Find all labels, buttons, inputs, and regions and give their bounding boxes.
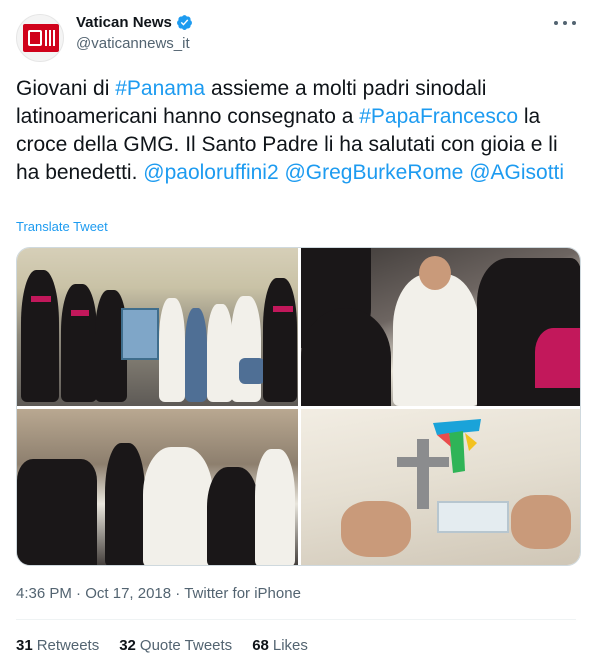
vatican-news-logo-icon [23,24,59,52]
tweet-text: Giovani di #Panama assieme a molti padri… [16,75,576,187]
quote-label: Quote Tweets [139,637,233,654]
media-grid [16,247,581,566]
user-info: Vatican News @vaticannews_it [76,14,193,52]
gmg-logo-icon [433,419,481,473]
hashtag-link[interactable]: #PapaFrancesco [359,105,518,128]
mention-link[interactable]: @GregBurkeRome [284,161,463,184]
likes-label: Likes [272,637,308,654]
retweets-count: 31 [16,637,33,654]
divider [16,619,576,620]
photo-3[interactable] [17,409,298,565]
tweet-time[interactable]: 4:36 PM [16,585,72,602]
verified-badge-icon [176,15,192,30]
hashtag-link[interactable]: #Panama [115,77,205,100]
photo-4[interactable] [301,409,580,565]
tweet-header: Vatican News @vaticannews_it [16,10,576,62]
more-options-icon[interactable] [554,12,576,34]
display-name[interactable]: Vatican News [76,14,172,31]
tweet-stats: 31 Retweets 32 Quote Tweets 68 Likes [16,637,308,654]
tweet-meta: 4:36 PM · Oct 17, 2018 · Twitter for iPh… [16,585,301,602]
retweets-label: Retweets [36,637,100,654]
meta-separator: · [175,585,185,602]
likes-count: 68 [252,637,269,654]
tweet-text-segment: Giovani di [16,77,116,100]
avatar[interactable] [16,14,64,62]
likes-stat[interactable]: 68 Likes [252,637,308,654]
user-handle[interactable]: @vaticannews_it [76,35,193,52]
quote-count: 32 [119,637,136,654]
photo-1[interactable] [17,248,298,406]
tweet-source[interactable]: Twitter for iPhone [184,585,301,602]
retweets-stat[interactable]: 31 Retweets [16,637,99,654]
translate-tweet-link[interactable]: Translate Tweet [16,219,108,234]
mention-link[interactable]: @AGisotti [469,161,564,184]
photo-2[interactable] [301,248,580,406]
quote-tweets-stat[interactable]: 32 Quote Tweets [119,637,232,654]
mention-link[interactable]: @paoloruffini2 [143,161,278,184]
tweet-date[interactable]: Oct 17, 2018 [85,585,171,602]
meta-separator: · [76,585,86,602]
